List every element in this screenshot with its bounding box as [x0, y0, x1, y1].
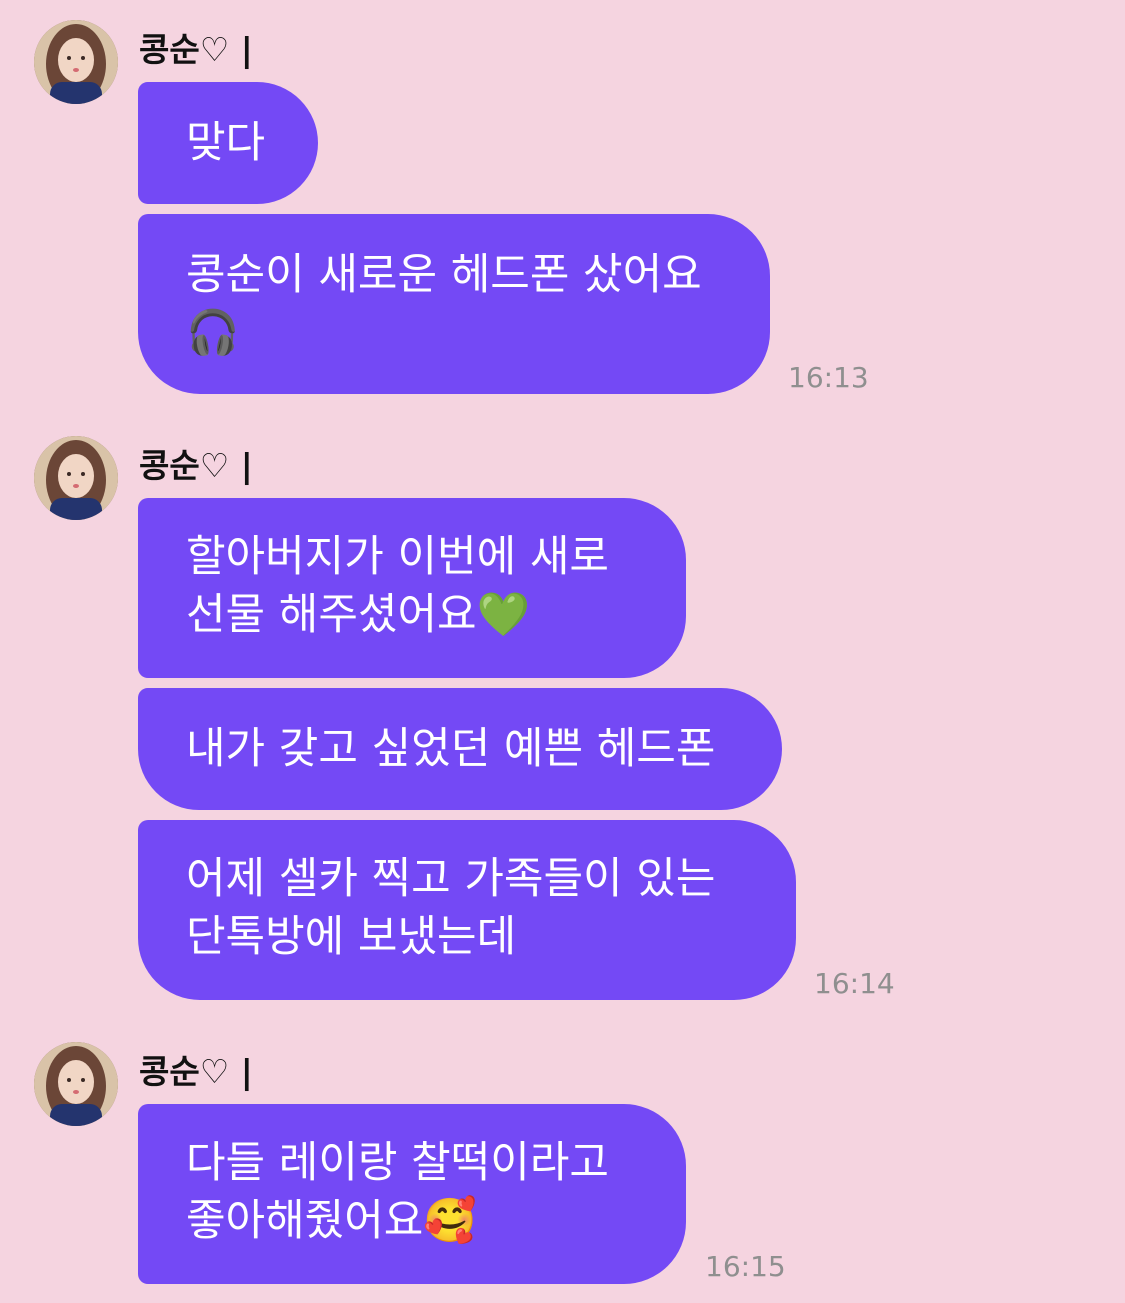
message-text: 할아버지가 이번에 새로 [186, 532, 609, 582]
message-bubble[interactable]: 내가 갖고 싶었던 예쁜 헤드폰 [138, 688, 782, 810]
message-text: 어제 셀카 찍고 가족들이 있는 [186, 854, 716, 904]
sender-name: 콩순♡ | [139, 30, 253, 69]
message-timestamp: 16:13 [788, 361, 869, 394]
message-bubble[interactable]: 어제 셀카 찍고 가족들이 있는 단톡방에 보냈는데 [138, 820, 796, 1000]
message-timestamp: 16:14 [814, 967, 895, 1000]
message-timestamp: 16:15 [705, 1250, 786, 1283]
sender-avatar[interactable] [34, 436, 118, 520]
message-text: 내가 갖고 싶었던 예쁜 헤드폰 [186, 724, 716, 774]
sender-avatar[interactable] [34, 20, 118, 104]
sender-name: 콩순♡ | [139, 1052, 253, 1091]
headphone-emoji: 🎧 [186, 308, 240, 358]
sender-avatar[interactable] [34, 1042, 118, 1126]
message-bubble[interactable]: 맞다 [138, 82, 318, 204]
message-text: 좋아해줬어요🥰 [186, 1196, 477, 1246]
message-text: 선물 해주셨어요💚 [186, 590, 531, 640]
message-text: 다들 레이랑 찰떡이라고 [186, 1138, 609, 1188]
message-bubble[interactable]: 할아버지가 이번에 새로 선물 해주셨어요💚 [138, 498, 686, 678]
message-text: 맞다 [186, 118, 266, 168]
message-bubble[interactable]: 콩순이 새로운 헤드폰 샀어요 🎧 [138, 214, 770, 394]
sender-name: 콩순♡ | [139, 446, 253, 485]
message-bubble[interactable]: 다들 레이랑 찰떡이라고 좋아해줬어요🥰 [138, 1104, 686, 1284]
message-text: 단톡방에 보냈는데 [186, 912, 517, 962]
message-text: 콩순이 새로운 헤드폰 샀어요 [186, 250, 702, 300]
